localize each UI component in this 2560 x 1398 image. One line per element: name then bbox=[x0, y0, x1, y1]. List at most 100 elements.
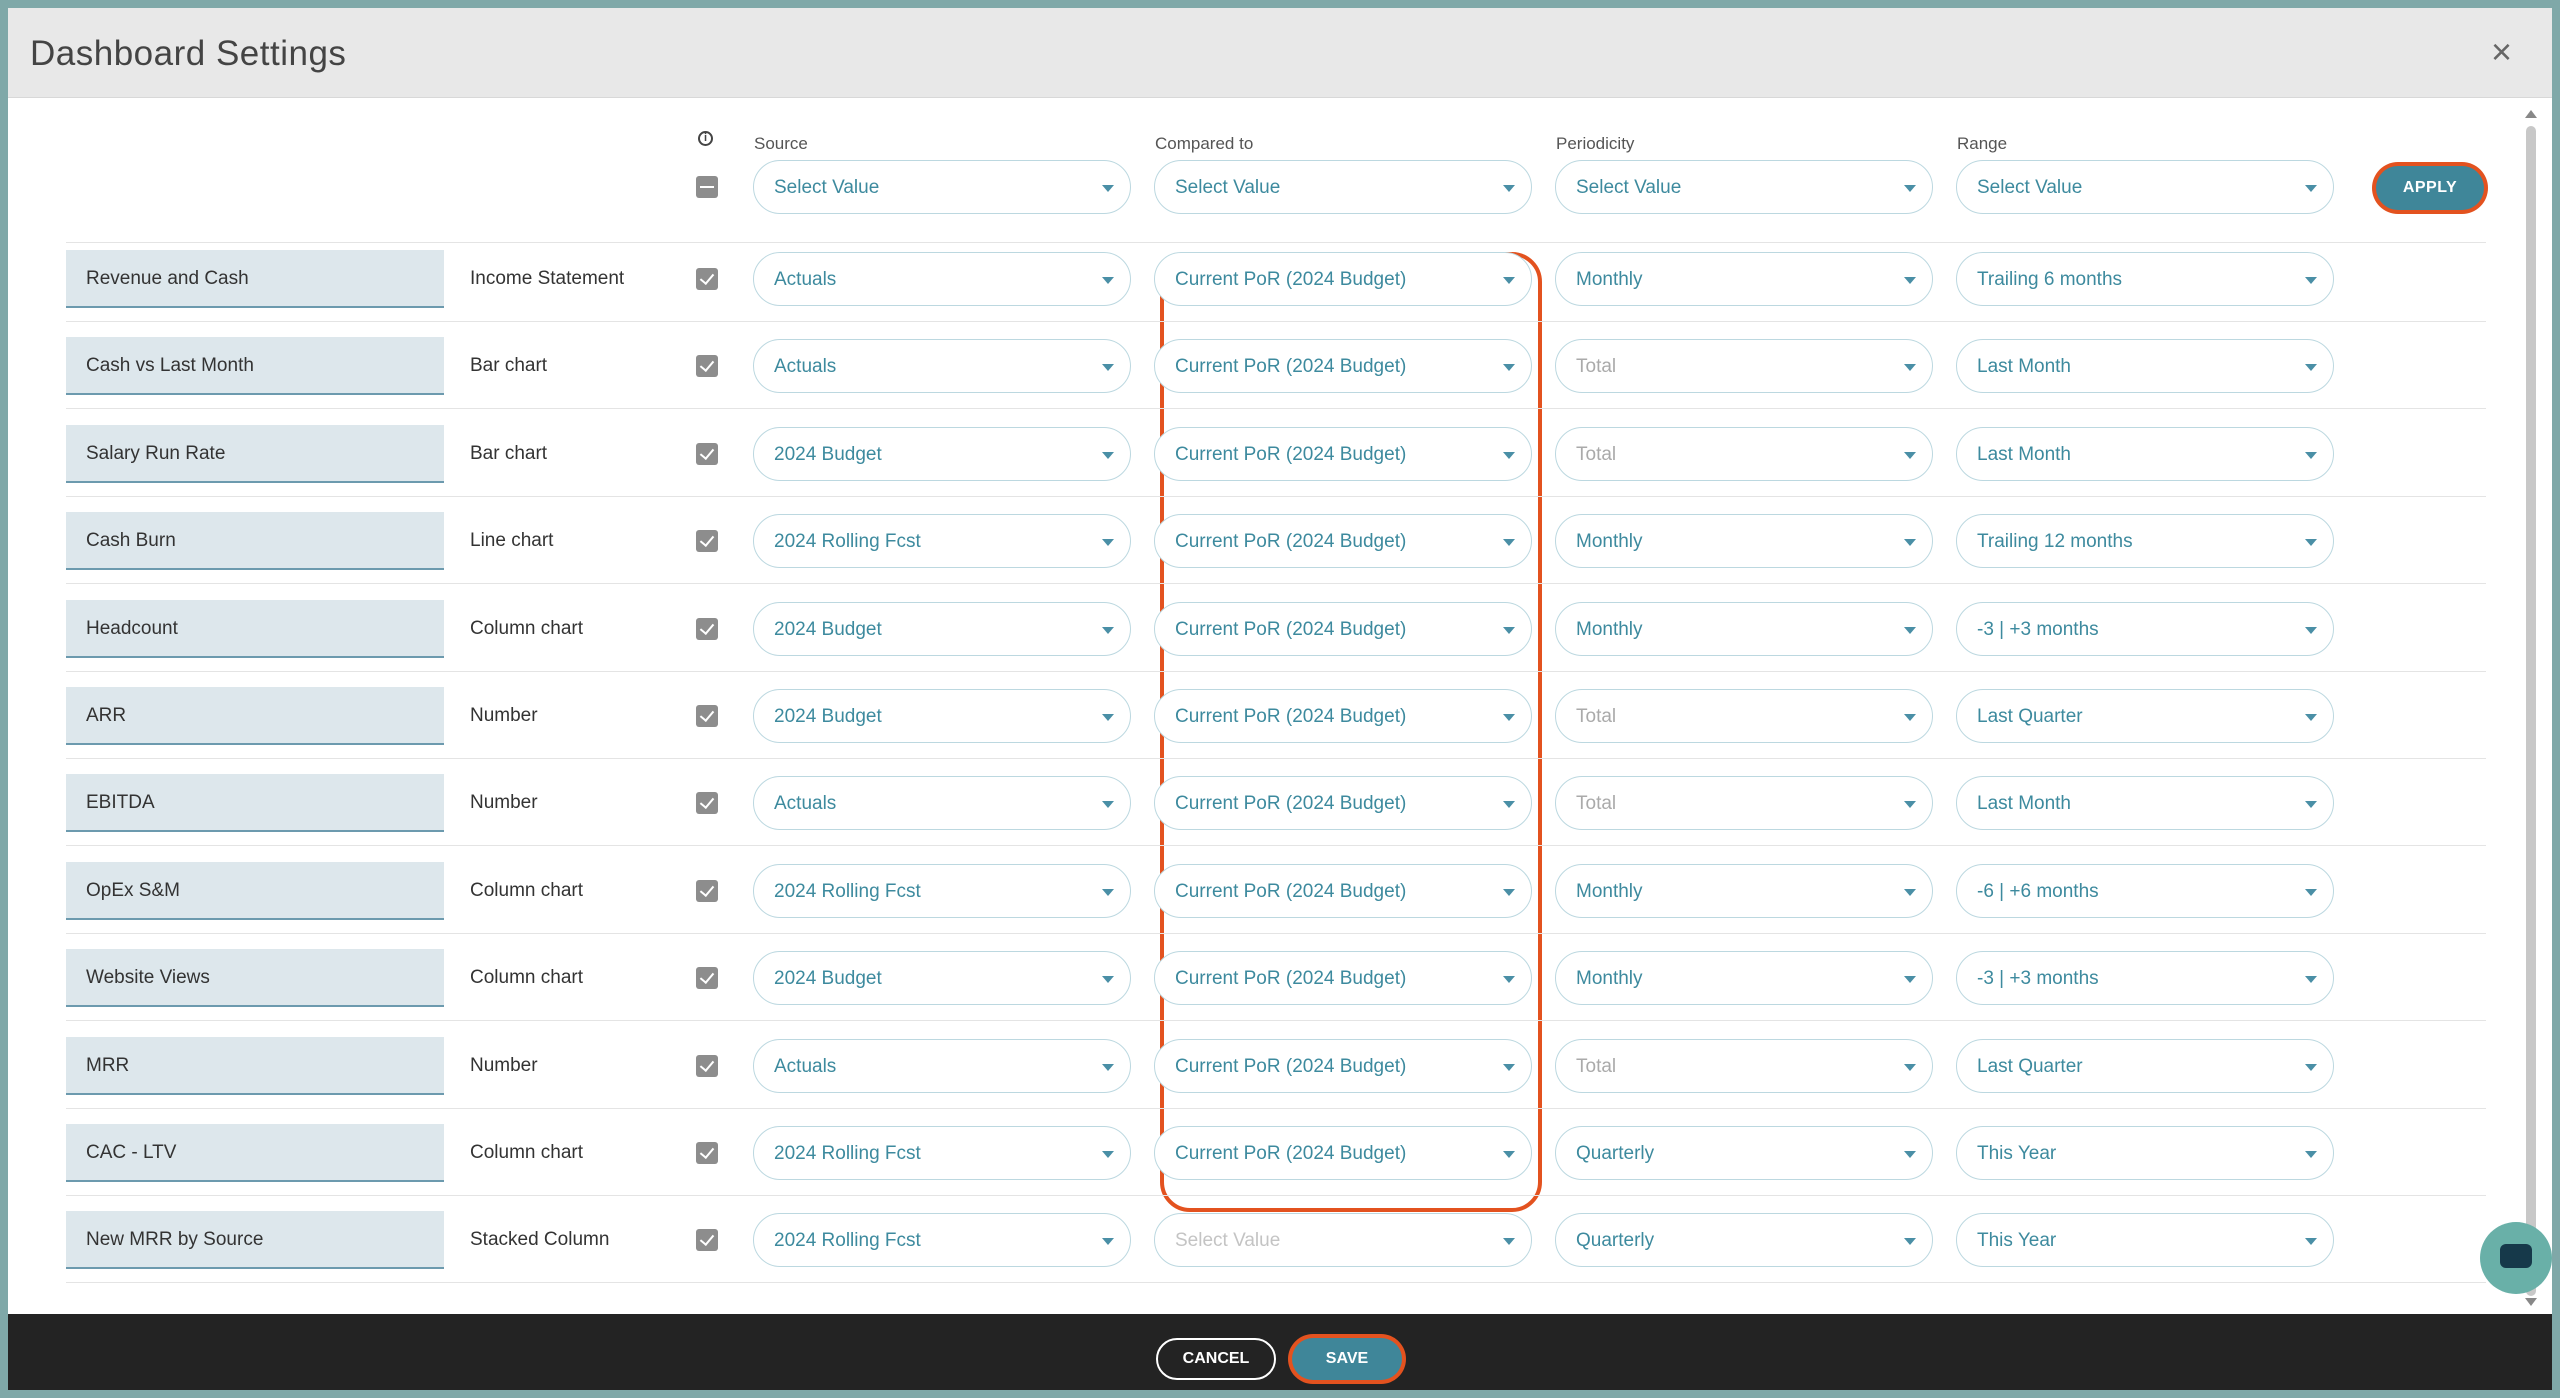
widget-name: Cash Burn bbox=[66, 512, 444, 570]
chevron-down-icon bbox=[1102, 277, 1114, 284]
row-checkbox[interactable] bbox=[696, 967, 718, 989]
periodicity-select[interactable]: Quarterly bbox=[1555, 1213, 1933, 1267]
row-checkbox[interactable] bbox=[696, 1142, 718, 1164]
chevron-down-icon bbox=[1503, 364, 1515, 371]
source-select[interactable]: 2024 Rolling Fcst bbox=[753, 1126, 1131, 1180]
apply-button[interactable]: APPLY bbox=[2376, 166, 2484, 210]
save-button[interactable]: SAVE bbox=[1292, 1338, 1402, 1380]
cancel-button[interactable]: CANCEL bbox=[1156, 1338, 1276, 1380]
compared-select[interactable]: Current PoR (2024 Budget) bbox=[1154, 427, 1532, 481]
source-select[interactable]: Actuals bbox=[753, 776, 1131, 830]
source-select[interactable]: Actuals bbox=[753, 252, 1131, 306]
source-select[interactable]: 2024 Budget bbox=[753, 689, 1131, 743]
source-select[interactable]: 2024 Rolling Fcst bbox=[753, 864, 1131, 918]
row-checkbox[interactable] bbox=[696, 443, 718, 465]
scrollbar-thumb[interactable] bbox=[2526, 126, 2536, 1296]
compared-select[interactable]: Current PoR (2024 Budget) bbox=[1154, 864, 1532, 918]
scroll-down-icon[interactable] bbox=[2525, 1298, 2537, 1306]
select-all-checkbox[interactable] bbox=[696, 176, 718, 198]
range-select[interactable]: Trailing 12 months bbox=[1956, 514, 2334, 568]
widget-name: Revenue and Cash bbox=[66, 250, 444, 308]
periodicity-select[interactable]: Monthly bbox=[1555, 951, 1933, 1005]
chevron-down-icon bbox=[1503, 889, 1515, 896]
info-icon[interactable]: i bbox=[698, 131, 713, 146]
periodicity-select[interactable]: Monthly bbox=[1555, 514, 1933, 568]
range-value: Last Month bbox=[1977, 444, 2071, 465]
filter-source-select[interactable]: Select Value bbox=[753, 160, 1131, 214]
chevron-down-icon bbox=[2305, 714, 2317, 721]
row-checkbox[interactable] bbox=[696, 1055, 718, 1077]
row-checkbox[interactable] bbox=[696, 268, 718, 290]
chevron-down-icon bbox=[2305, 889, 2317, 896]
source-value: 2024 Budget bbox=[774, 706, 882, 727]
compared-select[interactable]: Current PoR (2024 Budget) bbox=[1154, 252, 1532, 306]
range-select[interactable]: -6 | +6 months bbox=[1956, 864, 2334, 918]
compared-select[interactable]: Current PoR (2024 Budget) bbox=[1154, 951, 1532, 1005]
row-checkbox[interactable] bbox=[696, 618, 718, 640]
chevron-down-icon bbox=[1503, 714, 1515, 721]
periodicity-value: Monthly bbox=[1576, 269, 1643, 290]
range-select[interactable]: -3 | +3 months bbox=[1956, 951, 2334, 1005]
periodicity-select[interactable]: Monthly bbox=[1555, 602, 1933, 656]
range-select[interactable]: This Year bbox=[1956, 1213, 2334, 1267]
chevron-down-icon bbox=[1503, 627, 1515, 634]
source-select[interactable]: 2024 Rolling Fcst bbox=[753, 1213, 1131, 1267]
compared-select[interactable]: Current PoR (2024 Budget) bbox=[1154, 339, 1532, 393]
row-checkbox[interactable] bbox=[696, 705, 718, 727]
row-checkbox[interactable] bbox=[696, 1229, 718, 1251]
chat-icon[interactable] bbox=[2480, 1222, 2552, 1294]
compared-select[interactable]: Select Value bbox=[1154, 1213, 1532, 1267]
chevron-down-icon bbox=[1503, 1238, 1515, 1245]
scroll-up-icon[interactable] bbox=[2525, 110, 2537, 118]
chevron-down-icon bbox=[2305, 277, 2317, 284]
widget-name-label: MRR bbox=[86, 1055, 130, 1076]
source-select[interactable]: 2024 Budget bbox=[753, 602, 1131, 656]
source-select[interactable]: 2024 Budget bbox=[753, 951, 1131, 1005]
compared-select[interactable]: Current PoR (2024 Budget) bbox=[1154, 602, 1532, 656]
periodicity-value: Total bbox=[1576, 444, 1617, 465]
range-select[interactable]: Trailing 6 months bbox=[1956, 252, 2334, 306]
range-select[interactable]: Last Month bbox=[1956, 339, 2334, 393]
row-checkbox[interactable] bbox=[696, 880, 718, 902]
range-select[interactable]: Last Quarter bbox=[1956, 1039, 2334, 1093]
range-select[interactable]: Last Quarter bbox=[1956, 689, 2334, 743]
range-value: Last Month bbox=[1977, 356, 2071, 377]
periodicity-select[interactable]: Total bbox=[1555, 427, 1933, 481]
filter-compared-select[interactable]: Select Value bbox=[1154, 160, 1532, 214]
range-select[interactable]: This Year bbox=[1956, 1126, 2334, 1180]
chevron-down-icon bbox=[2305, 801, 2317, 808]
close-icon[interactable]: × bbox=[2491, 34, 2512, 70]
compared-select[interactable]: Current PoR (2024 Budget) bbox=[1154, 1126, 1532, 1180]
widget-name-label: CAC - LTV bbox=[86, 1142, 177, 1163]
source-select[interactable]: 2024 Rolling Fcst bbox=[753, 514, 1131, 568]
periodicity-select[interactable]: Total bbox=[1555, 776, 1933, 830]
row-checkbox[interactable] bbox=[696, 355, 718, 377]
periodicity-select[interactable]: Quarterly bbox=[1555, 1126, 1933, 1180]
filter-range-select[interactable]: Select Value bbox=[1956, 160, 2334, 214]
periodicity-select[interactable]: Monthly bbox=[1555, 864, 1933, 918]
range-select[interactable]: Last Month bbox=[1956, 776, 2334, 830]
source-select[interactable]: Actuals bbox=[753, 1039, 1131, 1093]
widget-type: Income Statement bbox=[470, 268, 625, 289]
widget-name: Cash vs Last Month bbox=[66, 337, 444, 395]
compared-select[interactable]: Current PoR (2024 Budget) bbox=[1154, 514, 1532, 568]
row-checkbox[interactable] bbox=[696, 530, 718, 552]
chevron-down-icon bbox=[1102, 714, 1114, 721]
range-select[interactable]: -3 | +3 months bbox=[1956, 602, 2334, 656]
compared-value: Current PoR (2024 Budget) bbox=[1175, 444, 1407, 465]
periodicity-select[interactable]: Total bbox=[1555, 1039, 1933, 1093]
compared-select[interactable]: Current PoR (2024 Budget) bbox=[1154, 776, 1532, 830]
periodicity-select[interactable]: Monthly bbox=[1555, 252, 1933, 306]
vertical-scrollbar[interactable] bbox=[2524, 108, 2538, 1308]
source-select[interactable]: 2024 Budget bbox=[753, 427, 1131, 481]
periodicity-select[interactable]: Total bbox=[1555, 339, 1933, 393]
filter-periodicity-select[interactable]: Select Value bbox=[1555, 160, 1933, 214]
range-select[interactable]: Last Month bbox=[1956, 427, 2334, 481]
range-value: Trailing 6 months bbox=[1977, 269, 2123, 290]
source-value: 2024 Rolling Fcst bbox=[774, 531, 921, 552]
source-select[interactable]: Actuals bbox=[753, 339, 1131, 393]
compared-select[interactable]: Current PoR (2024 Budget) bbox=[1154, 689, 1532, 743]
periodicity-select[interactable]: Total bbox=[1555, 689, 1933, 743]
compared-select[interactable]: Current PoR (2024 Budget) bbox=[1154, 1039, 1532, 1093]
row-checkbox[interactable] bbox=[696, 792, 718, 814]
